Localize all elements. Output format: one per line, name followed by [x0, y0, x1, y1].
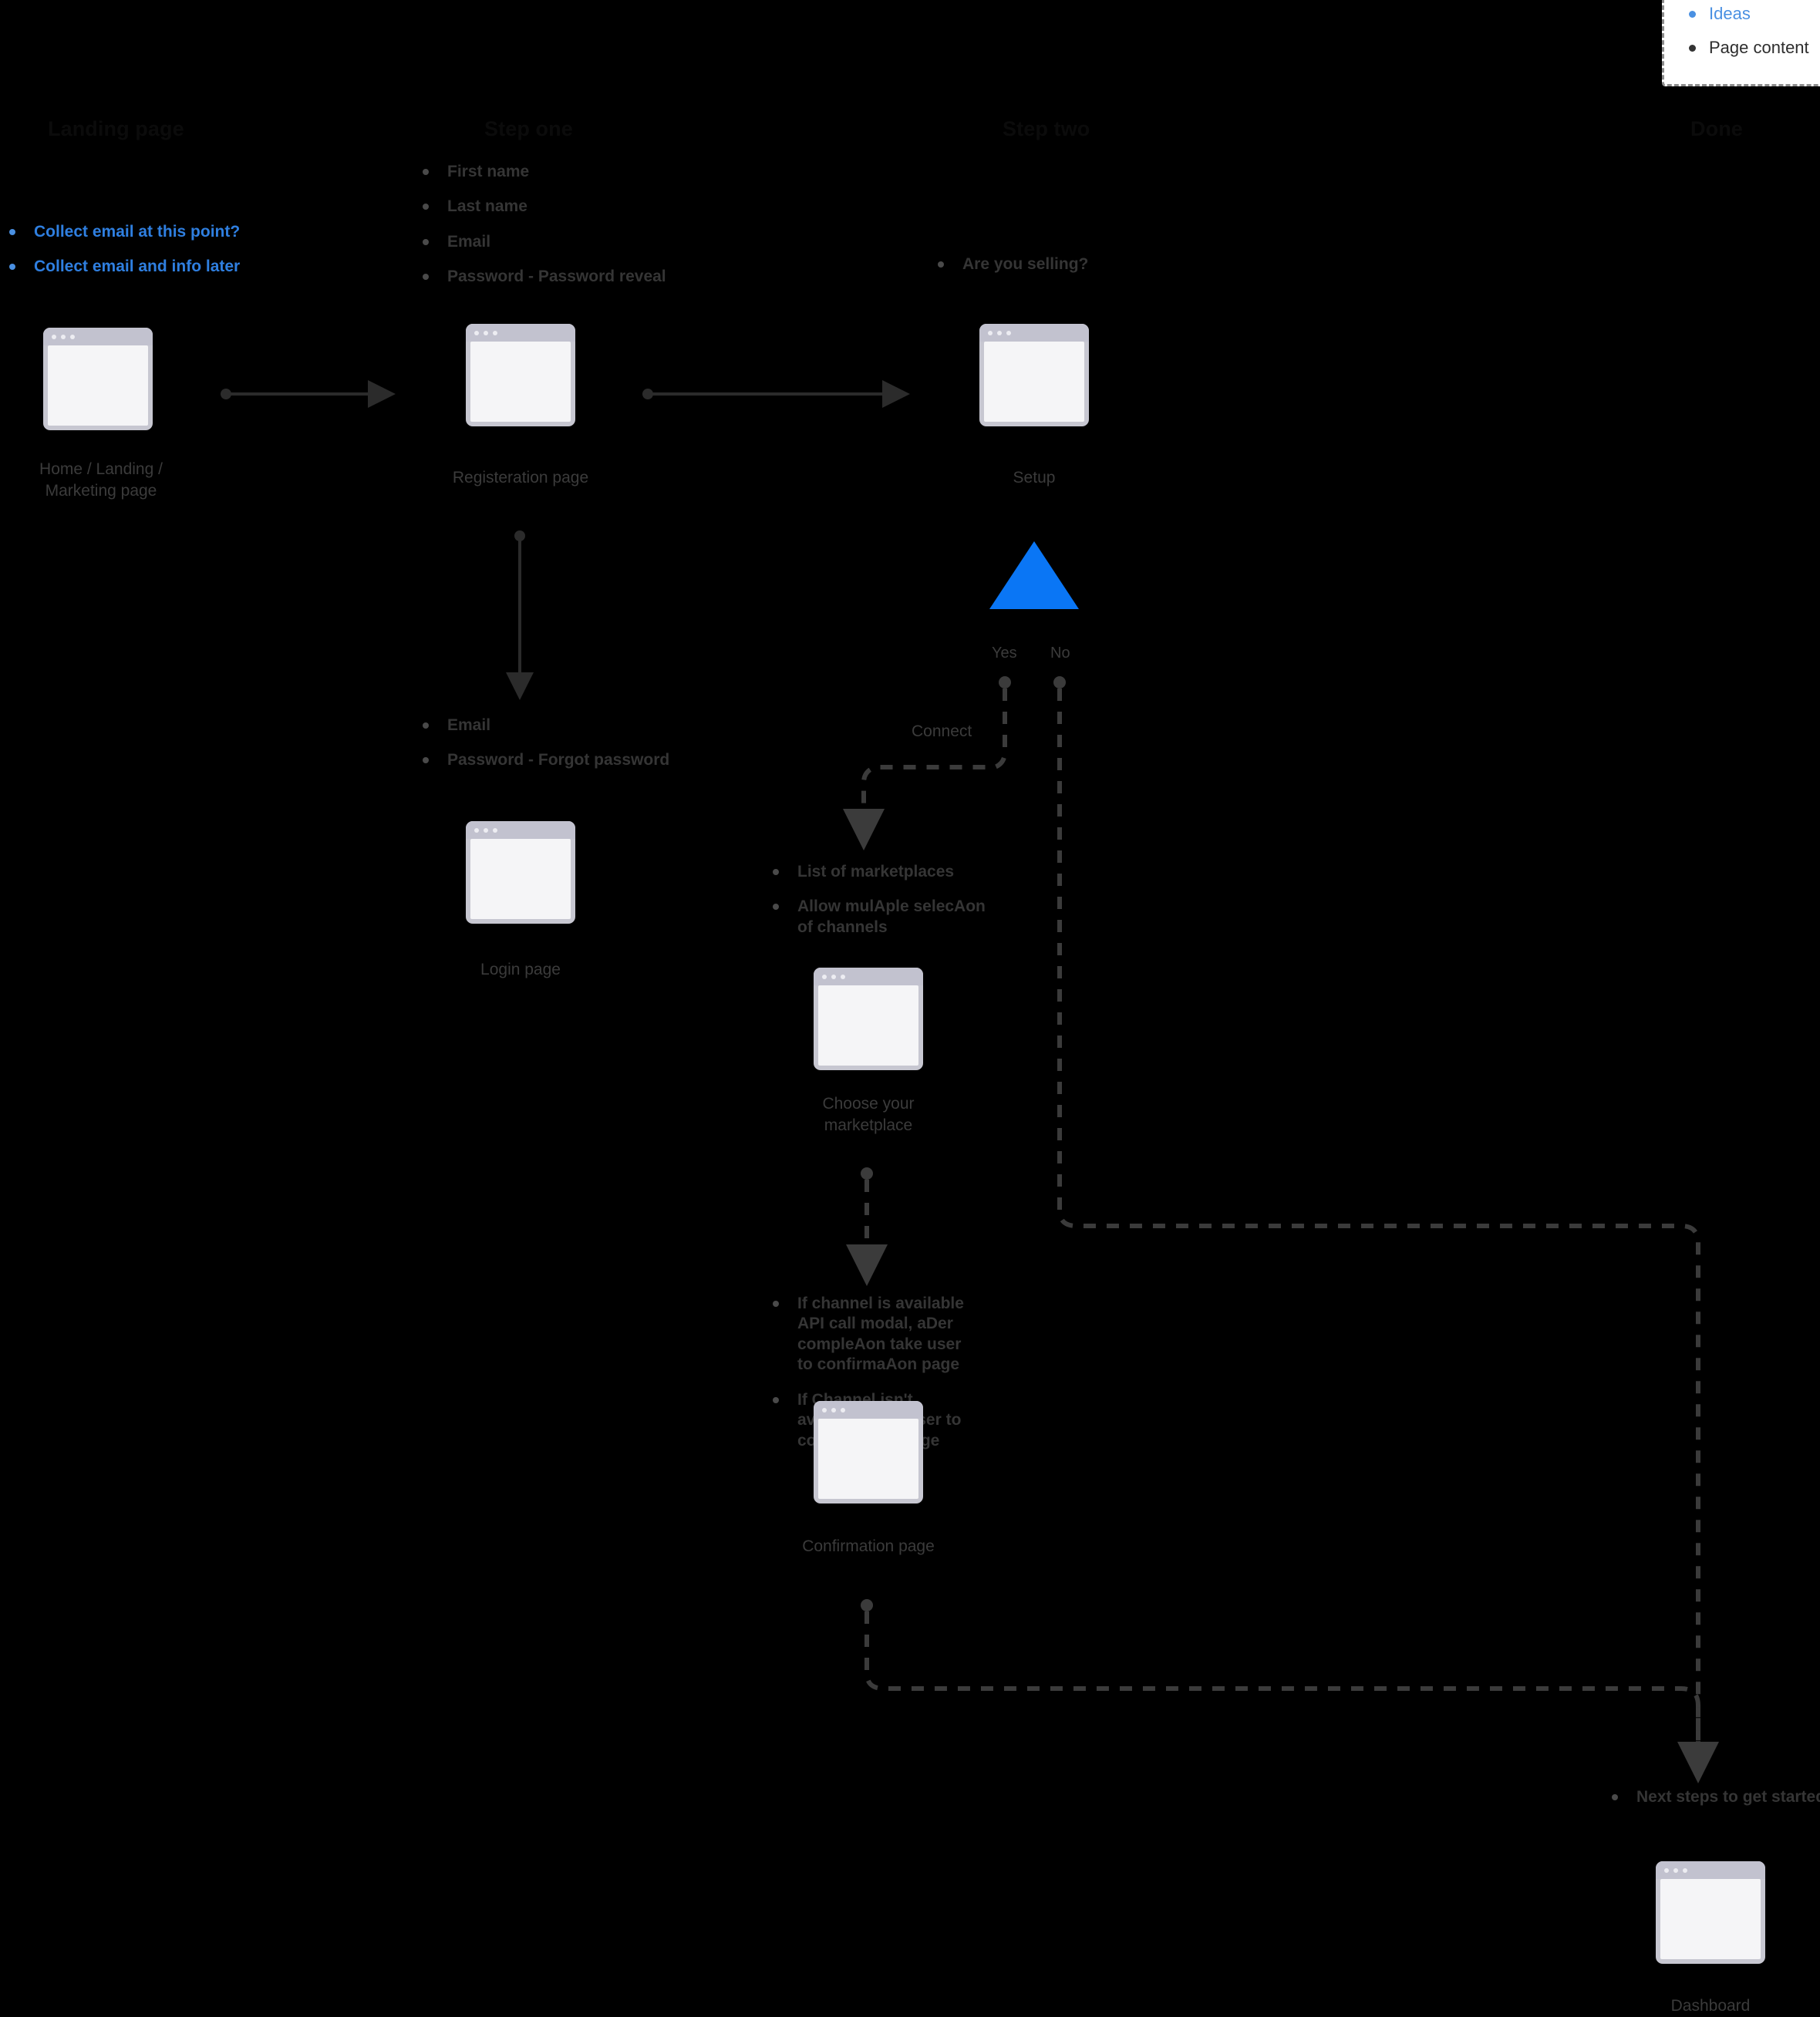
node-caption-marketplace: Choose your marketplace [822, 1095, 915, 1134]
branch-label-yes: Yes [992, 645, 1017, 662]
column-header-step-two: Step two [1003, 117, 1090, 140]
node-dashboard[interactable] [1656, 1861, 1765, 1964]
window-dots-icon [822, 1408, 845, 1413]
node-caption-confirmation: Confirmation page [802, 1537, 935, 1555]
window-chrome [814, 1401, 923, 1419]
note-item: Password - Forgot password [413, 750, 745, 770]
notes-dashboard: Next steps to get started [1603, 1787, 1820, 1822]
window-chrome [43, 328, 153, 345]
window-dots-icon [988, 331, 1011, 335]
window-screen [818, 985, 918, 1066]
notes-login: Email Password - Forgot password [413, 716, 745, 786]
branch-label-no: No [1050, 645, 1070, 662]
legend-item-page-content[interactable]: Page content [1681, 38, 1812, 58]
window-chrome [466, 821, 575, 839]
node-caption-registration: Registeration page [452, 469, 589, 487]
window-chrome [1656, 1861, 1765, 1879]
legend-panel[interactable]: Ideas Page content [1662, 0, 1820, 86]
window-dots-icon [52, 335, 75, 339]
note-item: Collect email at this point? [0, 222, 308, 242]
node-registration-page[interactable] [466, 324, 575, 426]
note-item: List of marketplaces [763, 862, 995, 882]
window-screen [470, 342, 571, 422]
legend-list: Ideas Page content [1681, 4, 1812, 59]
note-item: Next steps to get started [1603, 1787, 1820, 1807]
notes-marketplace: List of marketplaces Allow mulAple selec… [763, 862, 995, 952]
edge-label-connect: Connect [912, 722, 972, 740]
edge-confirmation-to-dashboard [861, 1599, 1719, 1783]
window-screen [1660, 1879, 1761, 1959]
note-item: Password - Password reveal [413, 267, 737, 287]
note-item: Last name [413, 197, 737, 217]
note-item: Collect email and info later [0, 257, 308, 277]
note-item: Are you selling? [929, 254, 1252, 274]
notes-landing: Collect email at this point? Collect ema… [0, 222, 308, 292]
window-chrome [466, 324, 575, 342]
note-item: Allow mulAple selecAon of channels [763, 897, 995, 938]
edge-registration-to-login [506, 530, 534, 700]
window-dots-icon [474, 828, 497, 833]
notes-setup: Are you selling? [929, 254, 1252, 289]
window-screen [470, 839, 571, 919]
column-header-landing: Landing page [48, 117, 184, 140]
node-confirmation-page[interactable] [814, 1401, 923, 1503]
note-item: First name [413, 162, 737, 182]
node-login-page[interactable] [466, 821, 575, 924]
notes-registration: First name Last name Email Password - Pa… [413, 162, 737, 302]
window-screen [984, 342, 1084, 422]
edge-yes-to-marketplace [843, 676, 1011, 850]
edge-registration-to-setup [642, 380, 910, 408]
window-chrome [814, 968, 923, 985]
edge-marketplace-to-confirmation [846, 1167, 888, 1286]
node-home-landing-marketing-page[interactable] [43, 328, 153, 430]
edge-home-to-registration [221, 380, 396, 408]
node-caption-home: Home / Landing / Marketing page [39, 460, 163, 500]
note-item: If channel is available API call modal, … [763, 1294, 979, 1376]
note-item: Email [413, 232, 737, 252]
column-header-done: Done [1690, 117, 1743, 140]
window-screen [48, 345, 148, 426]
decision-triangle-are-you-selling[interactable] [989, 541, 1079, 609]
window-dots-icon [474, 331, 497, 335]
window-dots-icon [1664, 1868, 1687, 1873]
note-item: Email [413, 716, 745, 736]
window-dots-icon [822, 975, 845, 979]
window-chrome [979, 324, 1089, 342]
legend-item-ideas[interactable]: Ideas [1681, 4, 1812, 24]
node-setup[interactable] [979, 324, 1089, 426]
node-caption-setup: Setup [1013, 469, 1056, 487]
flow-diagram-canvas: Landing page Step one Step two Done Coll… [0, 0, 1820, 2015]
node-caption-login: Login page [480, 961, 561, 978]
node-choose-your-marketplace[interactable] [814, 968, 923, 1070]
edge-no-to-dashboard [1053, 676, 1700, 1766]
column-header-step-one: Step one [484, 117, 573, 140]
window-screen [818, 1419, 918, 1499]
